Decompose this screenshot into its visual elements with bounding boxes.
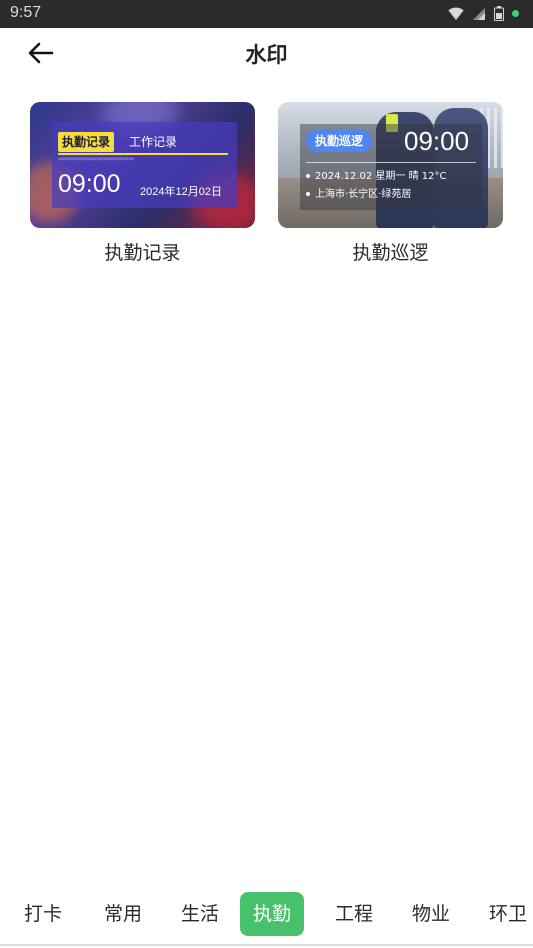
status-icons — [448, 6, 519, 21]
category-tab-bar: 打卡 常用 生活 执勤 工程 物业 环卫 — [0, 884, 533, 946]
tab-checkin[interactable]: 打卡 — [11, 892, 75, 936]
template-card-duty-record[interactable]: 执勤记录 工作记录 ››››››››››››››››››››››››››››››… — [30, 102, 255, 265]
watermark-date-weather-text: 2024.12.02 星期一 晴 12°C — [315, 171, 447, 182]
bullet-icon — [306, 192, 310, 196]
battery-icon — [494, 6, 504, 21]
watermark-date: 2024年12月02日 — [140, 186, 222, 198]
app-header: 水印 — [0, 28, 533, 78]
watermark-time: 09:00 — [58, 170, 121, 198]
status-bar: 9:57 — [0, 0, 533, 28]
chevron-pattern: ››››››››››››››››››››››››››››››››››››››››… — [58, 156, 135, 162]
tab-property[interactable]: 物业 — [399, 892, 463, 936]
tab-duty[interactable]: 执勤 — [240, 892, 305, 936]
watermark-divider — [58, 153, 228, 155]
bullet-icon — [306, 174, 310, 178]
signal-icon — [473, 7, 485, 20]
tab-common[interactable]: 常用 — [91, 892, 155, 936]
watermark-subtitle: 工作记录 — [129, 135, 178, 149]
watermark-preview: 执勤巡逻 09:00 2024.12.02 星期一 晴 12°C 上海市·长宁区… — [300, 124, 482, 210]
page-title: 水印 — [245, 43, 288, 67]
card-label: 执勤记录 — [104, 242, 181, 264]
tab-sanitation[interactable]: 环卫 — [476, 892, 533, 936]
template-thumbnail: 执勤巡逻 09:00 2024.12.02 星期一 晴 12°C 上海市·长宁区… — [278, 102, 503, 228]
status-time: 9:57 — [10, 4, 42, 21]
notification-dot — [512, 10, 519, 17]
divider — [0, 944, 533, 946]
template-card-duty-patrol[interactable]: 执勤巡逻 09:00 2024.12.02 星期一 晴 12°C 上海市·长宁区… — [278, 102, 503, 265]
watermark-divider — [306, 162, 476, 163]
watermark-tag: 执勤巡逻 — [306, 130, 373, 152]
watermark-tag: 执勤记录 — [58, 132, 115, 152]
tab-life[interactable]: 生活 — [168, 892, 232, 936]
tab-engineering[interactable]: 工程 — [322, 892, 386, 936]
watermark-time: 09:00 — [404, 126, 470, 156]
watermark-location-text: 上海市·长宁区·绿苑居 — [315, 189, 412, 200]
card-label: 执勤巡逻 — [352, 242, 429, 264]
watermark-preview: 执勤记录 工作记录 ››››››››››››››››››››››››››››››… — [52, 122, 237, 208]
watermark-location: 上海市·长宁区·绿苑居 — [306, 185, 411, 200]
wifi-icon — [448, 7, 464, 20]
template-thumbnail: 执勤记录 工作记录 ››››››››››››››››››››››››››››››… — [30, 102, 255, 228]
watermark-date-weather: 2024.12.02 星期一 晴 12°C — [306, 167, 447, 182]
